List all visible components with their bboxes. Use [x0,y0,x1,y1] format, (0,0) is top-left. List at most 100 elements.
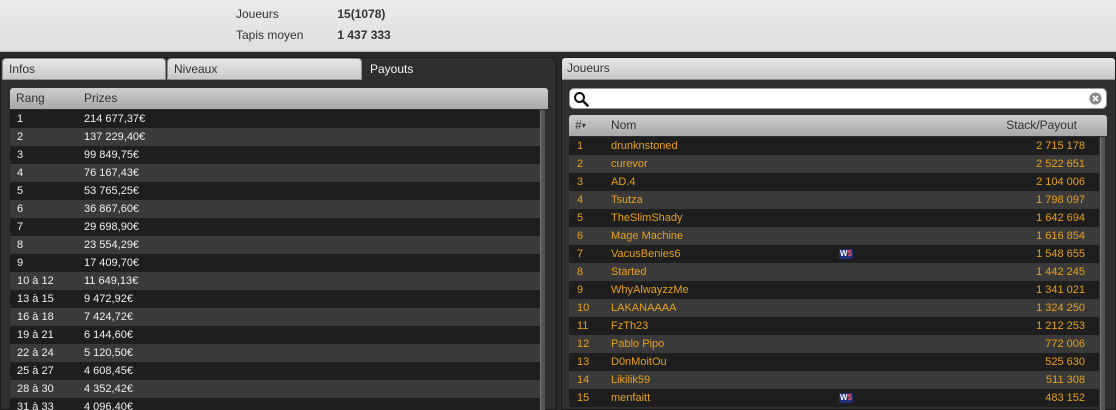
info-tabs: Infos Niveaux Payouts [1,58,556,80]
player-rank: 9 [577,284,584,296]
player-row[interactable]: 8 Started 1 442 245 [569,263,1099,281]
player-stack: 2 522 651 [1036,158,1085,170]
player-row[interactable]: 10 LAKANAAAA 1 324 250 [569,299,1099,317]
payout-rank: 4 [17,167,24,179]
payout-row: 4 76 167,43€ [10,164,540,182]
payout-rank: 10 à 12 [17,275,54,287]
payout-row: 9 17 409,70€ [10,254,540,272]
tournament-summary: Joueurs 15(1078) Tapis moyen 1 437 333 [0,0,1116,52]
players-count-row: Joueurs 15(1078) [236,6,385,22]
player-rank: 14 [577,374,590,386]
tab-niveaux[interactable]: Niveaux [167,58,362,80]
average-stack-value: 1 437 333 [337,28,391,42]
player-row[interactable]: 4 Tsutza 1 798 097 [569,191,1099,209]
payout-rank: 8 [17,239,24,251]
player-rank: 4 [577,194,584,206]
payout-row: 31 à 33 4 096,40€ [10,398,540,410]
player-row[interactable]: 11 FzTh23 1 212 253 [569,317,1099,335]
player-name: FzTh23 [611,320,649,332]
prizes-column-header[interactable]: Prizes [84,88,117,109]
players-count-value: 15(1078) [337,7,386,21]
payout-prize: 214 677,37€ [84,113,146,125]
player-row[interactable]: 2 curevor 2 522 651 [569,155,1099,173]
payout-prize: 36 867,60€ [84,203,140,215]
payout-row: 19 à 21 6 144,60€ [10,326,540,344]
player-rank: 2 [577,158,584,170]
rank-sort-header[interactable]: #▾ [575,115,586,136]
payout-prize: 23 554,29€ [84,239,140,251]
player-stack: 511 308 [1046,374,1085,386]
player-name: TheSlimShady [611,212,683,224]
player-name: Mage Machine [611,230,684,242]
payout-rank: 7 [17,221,24,233]
payout-rank: 1 [17,113,24,125]
payout-row: 2 137 229,40€ [10,128,540,146]
payout-prize: 11 649,13€ [84,275,139,287]
player-stack: 1 616 854 [1036,230,1085,242]
payouts-table-header: Rang Prizes [10,88,548,109]
ws-badge-icon: W$ [839,393,854,403]
rank-header-label: # [575,118,582,132]
ws-badge-icon: W$ [839,249,854,259]
payout-row: 10 à 12 11 649,13€ [10,272,540,290]
sort-down-icon: ▾ [581,121,586,130]
player-name: WhyAlwayzzMe [611,284,689,296]
player-stack: 483 152 [1045,392,1085,404]
payout-rank: 31 à 33 [17,401,54,410]
player-stack: 1 341 021 [1036,284,1085,296]
payout-prize: 29 698,90€ [84,221,140,233]
player-name: drunknstoned [611,140,678,152]
payout-prize: 4 608,45€ [84,365,133,377]
player-rank: 12 [577,338,590,350]
player-row[interactable]: 15 menfaitt W$ 483 152 [569,389,1099,407]
payout-rank: 25 à 27 [17,365,54,377]
player-row[interactable]: 3 AD.4 2 104 006 [569,173,1099,191]
player-name: Started [611,266,647,278]
name-column-header[interactable]: Nom [611,115,636,136]
player-row[interactable]: 13 D0nMoitOu 525 630 [569,353,1099,371]
payout-rank: 13 à 15 [17,293,54,305]
average-stack-label: Tapis moyen [236,28,304,42]
player-row[interactable]: 5 TheSlimShady 1 642 694 [569,209,1099,227]
payout-row: 13 à 15 9 472,92€ [10,290,540,308]
payouts-scrollbar[interactable] [540,110,545,410]
payout-prize: 76 167,43€ [84,167,140,179]
payout-prize: 9 472,92€ [84,293,133,305]
player-name: Tsutza [611,194,643,206]
payout-rank: 3 [17,149,24,161]
search-icon [574,92,589,107]
player-row[interactable]: 14 Likilik59 511 308 [569,371,1099,389]
payout-prize: 4 096,40€ [84,401,133,410]
payout-prize: 6 144,60€ [84,329,133,341]
stack-column-header[interactable]: Stack/Payout [1006,115,1077,136]
clear-search-icon[interactable] [1089,92,1102,105]
players-table-body: 1 drunknstoned 2 715 178 2 curevor 2 522 651 3… [569,137,1099,410]
players-scrollbar[interactable] [1100,137,1105,410]
player-stack: 1 212 253 [1036,320,1085,332]
payouts-table-body: 1 214 677,37€ 2 137 229,40€ 3 99 849,75€ 4 76 1… [10,110,540,410]
payout-prize: 99 849,75€ [84,149,140,161]
player-rank: 10 [577,302,590,314]
tab-payouts[interactable]: Payouts [363,58,556,80]
badge-prefix: W [840,249,848,258]
payout-row: 16 à 18 7 424,72€ [10,308,540,326]
player-row[interactable]: 6 Mage Machine 1 616 854 [569,227,1099,245]
player-row[interactable]: 12 Pablo Pipo 772 006 [569,335,1099,353]
payout-rank: 2 [17,131,24,143]
player-row[interactable]: 9 WhyAlwayzzMe 1 341 021 [569,281,1099,299]
payout-prize: 5 120,50€ [84,347,133,359]
payout-row: 8 23 554,29€ [10,236,540,254]
player-rank: 13 [577,356,590,368]
player-search-input[interactable] [592,91,1082,107]
player-stack: 2 715 178 [1036,140,1085,152]
player-rank: 11 [577,320,589,332]
rank-column-header[interactable]: Rang [16,88,45,109]
player-row[interactable]: 1 drunknstoned 2 715 178 [569,137,1099,155]
tab-infos[interactable]: Infos [2,58,166,80]
players-count-label: Joueurs [236,7,279,21]
player-row[interactable]: 7 VacusBenies6 W$ 1 548 655 [569,245,1099,263]
player-rank: 8 [577,266,584,278]
payout-prize: 17 409,70€ [84,257,140,269]
player-name: menfaitt [611,392,651,404]
payout-rank: 16 à 18 [17,311,54,323]
